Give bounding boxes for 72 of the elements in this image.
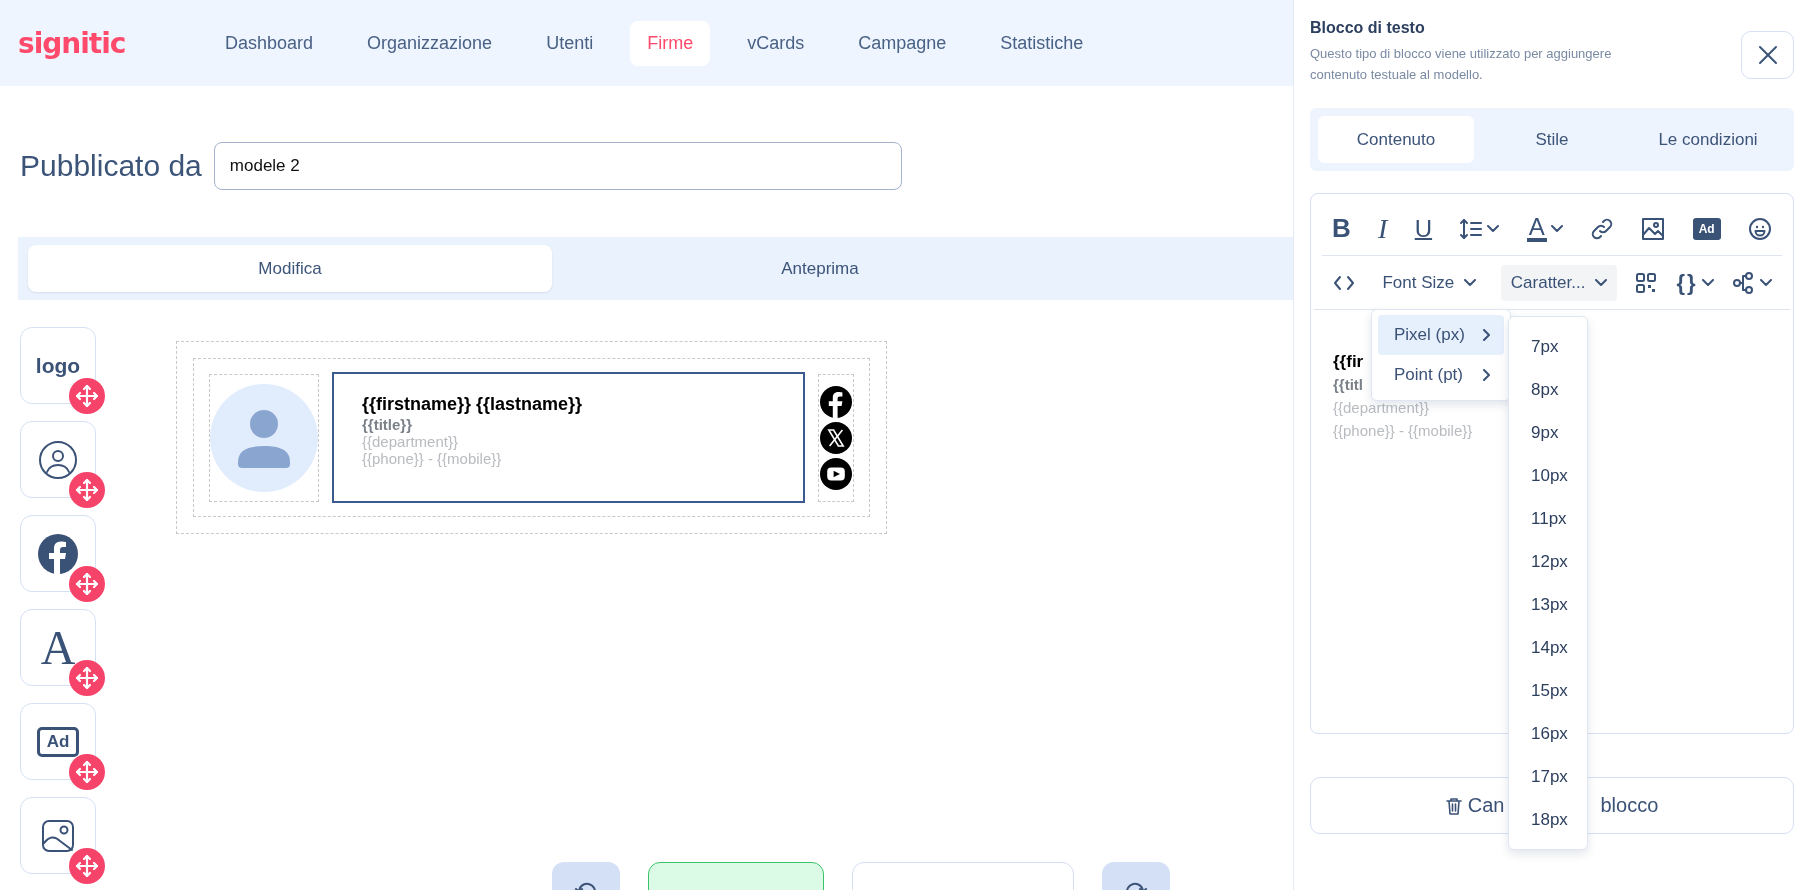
- line-spacing-icon: [1459, 216, 1484, 241]
- panel-description: Questo tipo di blocco viene utilizzato per aggiungere contenuto testuale al modello.: [1310, 45, 1613, 84]
- tab[interactable]: Modifica: [28, 245, 552, 292]
- signature-department: {{department}}: [362, 433, 459, 450]
- panel-title: Blocco di testo: [1310, 19, 1426, 37]
- image-icon: [1641, 216, 1666, 241]
- move-handle-icon[interactable]: [69, 754, 105, 790]
- font-icon: A: [40, 623, 76, 672]
- toolbar-button[interactable]: {}: [1674, 265, 1716, 300]
- menu-item[interactable]: 8px: [1509, 368, 1587, 411]
- chevron-right-icon: [1482, 369, 1490, 381]
- menu-item[interactable]: 15px: [1509, 669, 1587, 712]
- dropdown[interactable]: Font Size: [1372, 264, 1487, 301]
- x-logo-icon[interactable]: [820, 421, 853, 454]
- name-field[interactable]: modele 2: [213, 142, 902, 190]
- menu-item[interactable]: 11px: [1509, 497, 1587, 540]
- link-icon: [1590, 216, 1615, 241]
- facebook-icon: [38, 533, 78, 574]
- close-icon: [1757, 45, 1778, 65]
- caret-icon: [1595, 278, 1608, 287]
- move-handle-icon[interactable]: [69, 472, 105, 508]
- play-icon[interactable]: [820, 457, 853, 490]
- menu-item[interactable]: 10px: [1509, 454, 1587, 497]
- signature-title: {{title}}: [362, 416, 414, 433]
- branch-icon: [1732, 270, 1756, 295]
- menu-item[interactable]: 12px: [1509, 540, 1587, 583]
- move-handle-icon[interactable]: [69, 378, 105, 414]
- signature-contact: {{phone}} - {{mobile}}: [362, 450, 503, 467]
- caret-icon: [1464, 278, 1477, 287]
- editor-text: {{phone}} - {{mobile}}: [1333, 421, 1473, 441]
- menu-item[interactable]: Pixel (px): [1378, 315, 1504, 355]
- nav-link[interactable]: Campagne: [841, 20, 964, 66]
- menu-item[interactable]: 16px: [1509, 712, 1587, 755]
- nav-link[interactable]: Utenti: [529, 20, 611, 66]
- nav-link[interactable]: Organizzazione: [350, 20, 510, 66]
- editor-text: {{titl: [1333, 375, 1363, 395]
- emoji-icon: [1747, 216, 1772, 241]
- tab[interactable]: Contenuto: [1318, 116, 1474, 163]
- tab[interactable]: Stile: [1474, 116, 1630, 163]
- toolbar-button[interactable]: B: [1330, 209, 1353, 248]
- menu-item[interactable]: 14px: [1509, 626, 1587, 669]
- toolbar-button[interactable]: I: [1376, 208, 1390, 249]
- page-title: Pubblicato da: [20, 149, 202, 183]
- facebook-icon[interactable]: [820, 385, 853, 418]
- menu-item[interactable]: 7px: [1509, 325, 1587, 368]
- chevron-right-icon: [1482, 329, 1490, 341]
- close-button[interactable]: [1741, 31, 1794, 79]
- image-icon: [41, 818, 75, 853]
- tab[interactable]: Le condizioni: [1630, 116, 1786, 163]
- nav-link[interactable]: vCards: [730, 20, 822, 66]
- ad-icon: Ad: [36, 726, 80, 757]
- toolbar-button[interactable]: A: [1524, 211, 1565, 246]
- menu-item[interactable]: 17px: [1509, 755, 1587, 798]
- editor-text: {{fir: [1333, 351, 1364, 373]
- nav-link[interactable]: Statistiche: [983, 20, 1101, 66]
- menu-item[interactable]: Point (pt): [1378, 355, 1504, 395]
- signature-name: {{firstname}} {{lastname}}: [362, 394, 584, 415]
- block-label: logo: [35, 353, 81, 378]
- move-handle-icon[interactable]: [69, 848, 105, 884]
- trash-icon: [1445, 796, 1462, 815]
- menu-item[interactable]: 9px: [1509, 411, 1587, 454]
- nav-link[interactable]: Dashboard: [208, 20, 331, 66]
- qr-code-icon: [1633, 270, 1658, 295]
- user-circle-icon: [38, 439, 78, 480]
- menu-item[interactable]: 18px: [1509, 798, 1587, 841]
- menu-item[interactable]: 13px: [1509, 583, 1587, 626]
- tab[interactable]: Anteprima: [558, 245, 1082, 292]
- editor-text: {{department}}: [1333, 398, 1429, 418]
- text-block[interactable]: {{firstname}} {{lastname}} {{title}} {{department}} {{phone}} - {{mobile}}: [332, 372, 806, 503]
- toolbar-button[interactable]: U: [1412, 210, 1435, 247]
- dropdown[interactable]: Caratter...: [1500, 264, 1618, 301]
- move-handle-icon[interactable]: [69, 566, 105, 602]
